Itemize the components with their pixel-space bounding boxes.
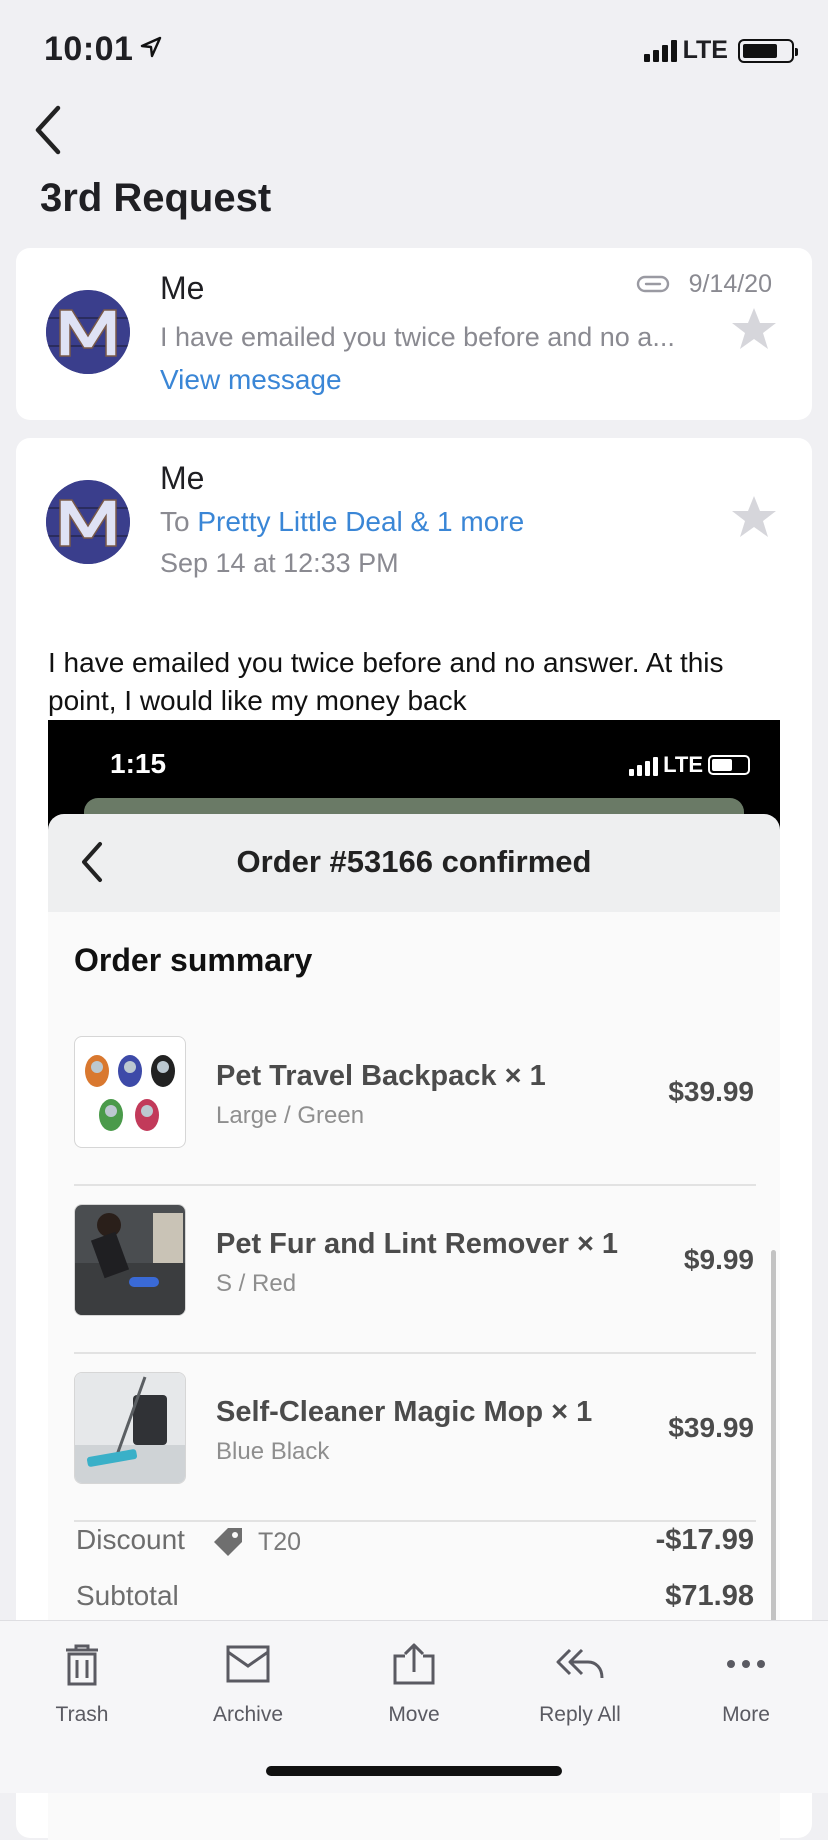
view-message-link[interactable]: View message (160, 364, 342, 396)
screenshot-status-indicators: LTE (629, 752, 750, 778)
discount-code: T20 (258, 1528, 302, 1556)
item-price: $39.99 (668, 1412, 754, 1443)
signal-icon (643, 39, 677, 62)
subtotal-amount: $71.98 (665, 1580, 754, 1612)
order-summary-title: Order summary (74, 942, 313, 978)
subtotal-label: Subtotal (76, 1580, 179, 1611)
message-date: 9/14/20 (688, 270, 772, 298)
thread-title: 3rd Request (40, 176, 272, 220)
archive-label: Archive (212, 1703, 284, 1726)
item-variant: Large / Green (216, 1102, 365, 1129)
archive-icon (226, 1645, 270, 1683)
scrollbar (771, 1250, 776, 1630)
status-indicators: LTE (643, 36, 798, 65)
order-title: Order #53166 confirmed (236, 844, 592, 879)
trash-button[interactable]: Trash (12, 1635, 152, 1727)
avatar (46, 290, 130, 374)
star-icon[interactable] (730, 494, 778, 540)
trash-icon (66, 1644, 98, 1686)
signal-icon (629, 754, 659, 776)
star-icon[interactable] (730, 306, 778, 352)
more-icon (727, 1660, 765, 1668)
tag-icon (214, 1528, 242, 1556)
more-label: More (722, 1703, 770, 1726)
sender-name: Me (160, 460, 205, 496)
reply-all-label: Reply All (539, 1703, 621, 1726)
archive-button[interactable]: Archive (178, 1635, 318, 1727)
back-icon[interactable] (30, 102, 70, 158)
move-label: Move (388, 1703, 440, 1726)
recipients-line: To Pretty Little Deal & 1 more (160, 506, 524, 538)
lint-remover-image (74, 1204, 186, 1316)
order-item: Pet Travel Backpack × 1 Large / Green $3… (74, 1018, 756, 1186)
screenshot-time: 1:15 (110, 748, 167, 779)
trash-label: Trash (55, 1703, 109, 1726)
status-bar: 10:01 LTE (0, 0, 828, 98)
mop-image (74, 1372, 186, 1484)
message-preview: I have emailed you twice before and no a… (160, 322, 675, 352)
location-arrow-icon (140, 36, 162, 58)
item-variant: S / Red (216, 1270, 297, 1297)
attachment-icon (636, 275, 670, 293)
reply-all-button[interactable]: Reply All (510, 1635, 650, 1727)
item-name: Pet Fur and Lint Remover × 1 (216, 1228, 619, 1260)
sent-timestamp: Sep 14 at 12:33 PM (160, 548, 399, 578)
battery-icon (738, 38, 798, 63)
status-time: 10:01 (44, 30, 134, 68)
discount-row: Discount T20 -$17.99 (74, 1520, 756, 1580)
battery-icon (708, 755, 750, 775)
home-indicator[interactable] (266, 1766, 562, 1776)
reply-all-icon (556, 1648, 604, 1679)
avatar (46, 480, 130, 564)
recipients-link[interactable]: Pretty Little Deal & 1 more (197, 506, 524, 537)
item-price: $39.99 (668, 1076, 754, 1107)
order-item: Pet Fur and Lint Remover × 1 S / Red $9.… (74, 1186, 756, 1354)
screenshot-network: LTE (663, 752, 703, 777)
sender-name: Me (160, 270, 205, 306)
message-body: I have emailed you twice before and no a… (48, 647, 724, 716)
item-price: $9.99 (683, 1244, 754, 1275)
backpacks-image (74, 1036, 186, 1148)
to-label: To (160, 506, 190, 537)
network-label: LTE (682, 36, 728, 64)
item-name: Pet Travel Backpack × 1 (216, 1060, 546, 1092)
more-button[interactable]: More (676, 1635, 816, 1727)
item-variant: Blue Black (216, 1438, 330, 1465)
move-icon (393, 1643, 435, 1685)
message-card-collapsed[interactable]: Me 9/14/20 I have emailed you twice befo… (16, 248, 812, 420)
move-button[interactable]: Move (344, 1635, 484, 1727)
order-header: Order #53166 confirmed (48, 814, 780, 912)
order-item: Self-Cleaner Magic Mop × 1 Blue Black $3… (74, 1354, 756, 1522)
discount-amount: -$17.99 (655, 1524, 754, 1556)
item-name: Self-Cleaner Magic Mop × 1 (216, 1396, 593, 1428)
discount-label: Discount (76, 1524, 185, 1555)
